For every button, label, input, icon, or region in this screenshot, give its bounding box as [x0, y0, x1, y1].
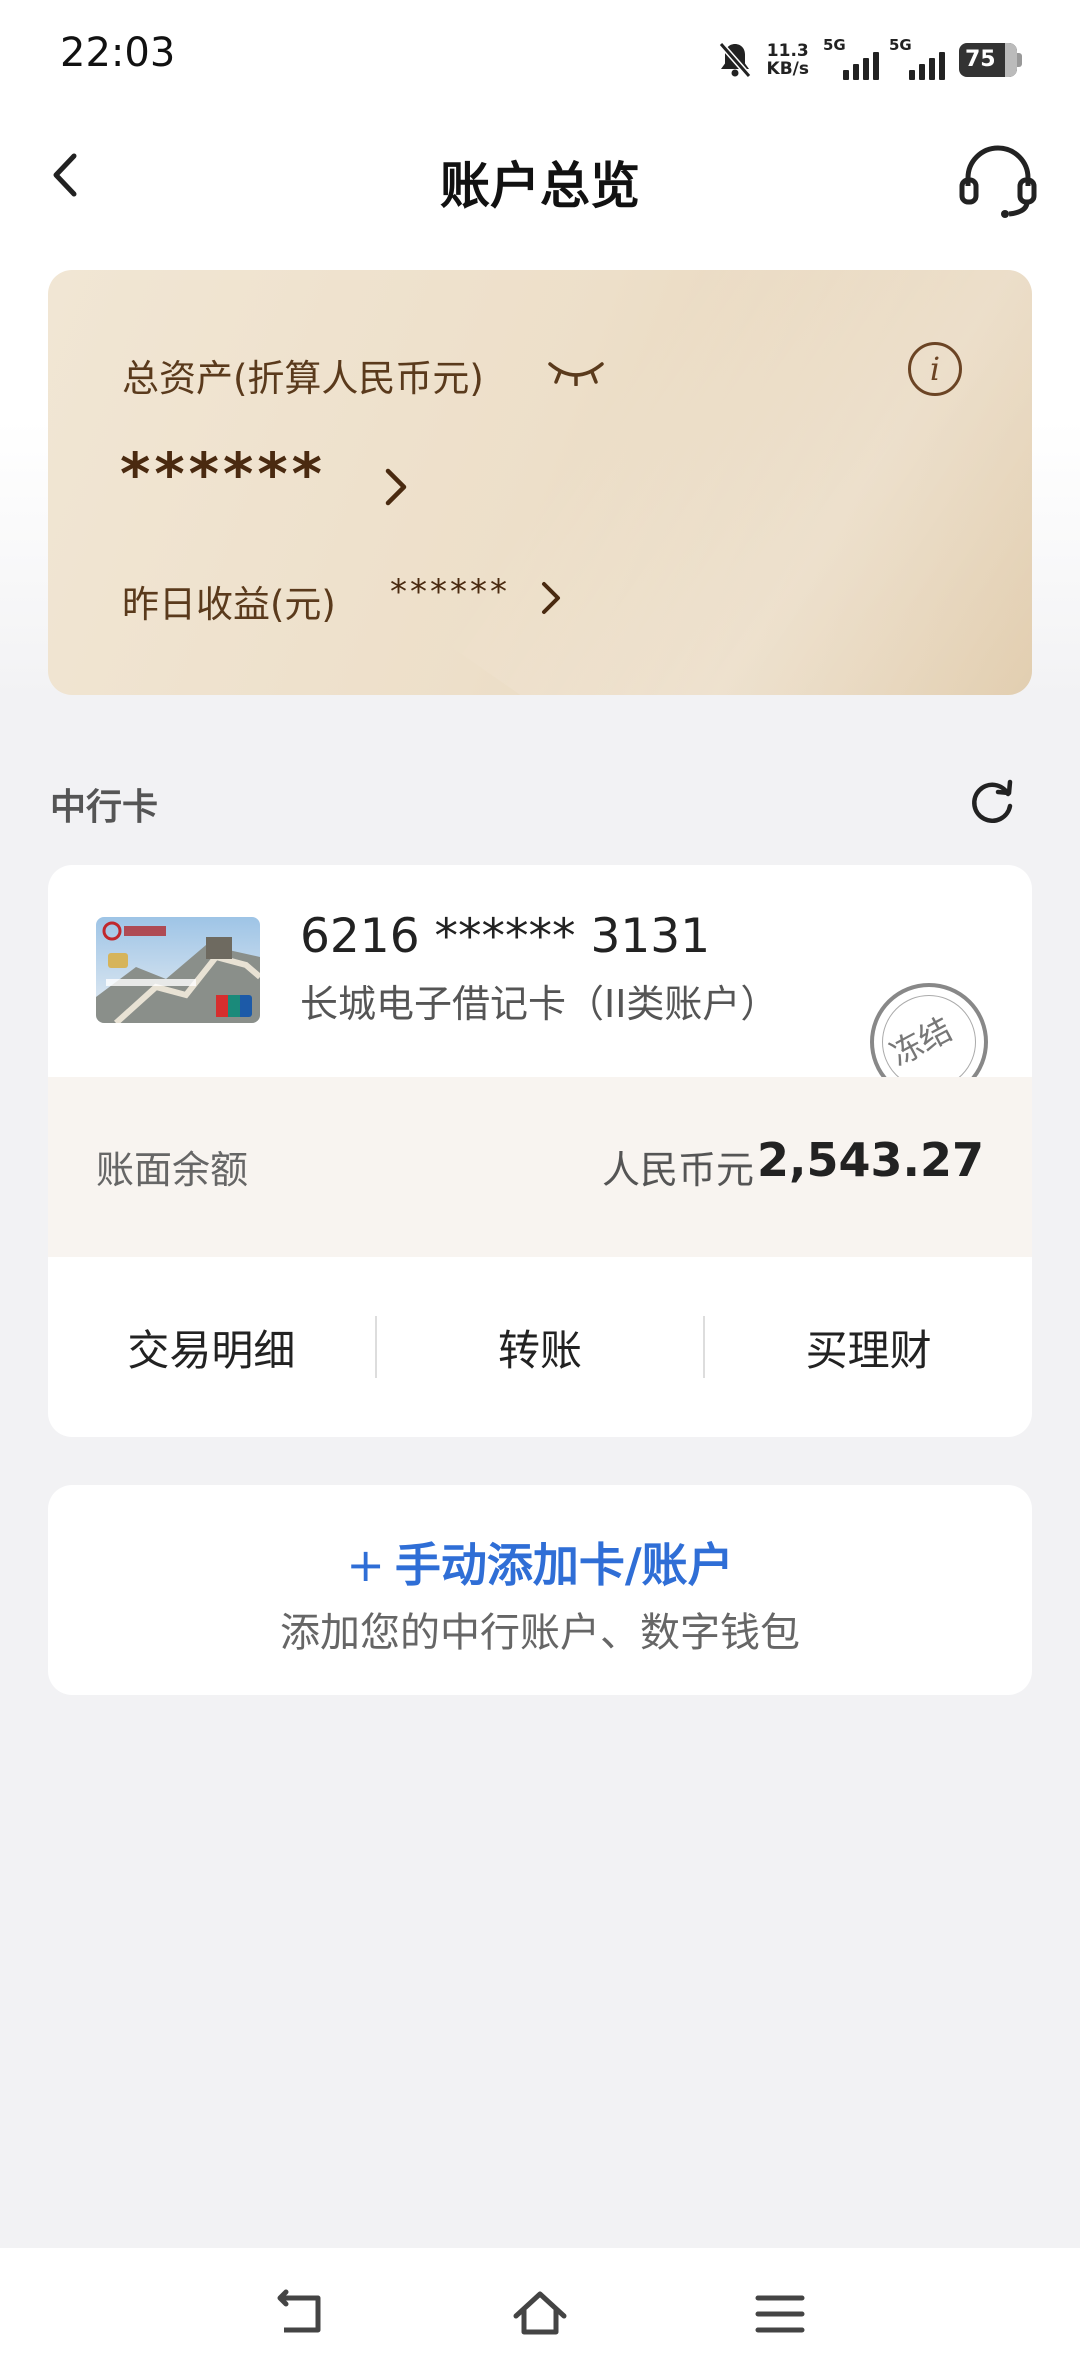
card-number: 6216 ****** 3131	[300, 909, 711, 964]
battery-icon: 75	[959, 43, 1022, 77]
card-actions: 交易明细 转账 买理财	[48, 1257, 1032, 1437]
refresh-icon[interactable]	[966, 776, 1018, 828]
customer-service-icon[interactable]	[958, 142, 1038, 218]
buy-wealth-products-button[interactable]: 买理财	[705, 1317, 1032, 1378]
status-icons: 11.3 KB/s 5G 5G 75	[717, 36, 1022, 84]
chevron-right-icon[interactable]	[380, 465, 410, 509]
menu-icon[interactable]	[752, 2288, 808, 2340]
add-card-button[interactable]: + 手动添加卡/账户 添加您的中行账户、数字钱包	[48, 1485, 1032, 1695]
balance-amount: 2,543.27	[757, 1133, 984, 1187]
plus-icon: +	[346, 1538, 385, 1592]
add-card-title-text: 手动添加卡/账户	[394, 1538, 734, 1592]
battery-level: 75	[965, 47, 996, 72]
system-nav-bar	[0, 2248, 1080, 2376]
network-speed: 11.3 KB/s	[767, 42, 809, 78]
info-icon[interactable]: i	[908, 342, 962, 396]
status-bar: 22:03 11.3 KB/s 5G 5G 75	[0, 0, 1080, 120]
signal-bars-icon	[909, 52, 945, 80]
add-card-title: + 手动添加卡/账户	[48, 1529, 1032, 1595]
signal-2: 5G	[889, 36, 945, 80]
speed-value: 11.3	[766, 41, 809, 61]
bell-muted-icon	[718, 42, 751, 78]
status-time: 22:03	[60, 30, 176, 76]
balance-row: 账面余额 人民币元 2,543.27	[48, 1077, 1032, 1257]
transaction-details-button[interactable]: 交易明细	[48, 1317, 375, 1378]
back-icon[interactable]	[272, 2288, 328, 2340]
speed-unit: KB/s	[766, 59, 809, 79]
total-assets-card: 总资产(折算人民币元) i ****** 昨日收益(元) ******	[48, 270, 1032, 695]
home-icon[interactable]	[512, 2288, 568, 2340]
section-title: 中行卡	[50, 787, 159, 828]
nav-bar: 账户总览	[0, 120, 1080, 230]
signal-group: 5G 5G	[823, 36, 945, 80]
balance-label: 账面余额	[96, 1148, 249, 1192]
bank-card[interactable]: 6216 ****** 3131 长城电子借记卡（II类账户） 冻结 账面余额 …	[48, 865, 1032, 1437]
yesterday-income-value[interactable]: ******	[390, 572, 510, 612]
total-assets-value[interactable]: ******	[120, 440, 326, 508]
debit-card-image	[96, 917, 260, 1023]
balance-currency: 人民币元	[601, 1148, 754, 1192]
signal-bars-icon	[843, 52, 879, 80]
chevron-right-icon[interactable]	[536, 578, 564, 618]
yesterday-income-label: 昨日收益(元)	[122, 583, 336, 626]
add-card-subtitle: 添加您的中行账户、数字钱包	[280, 1610, 800, 1656]
total-assets-label: 总资产(折算人民币元)	[122, 357, 484, 400]
transfer-button[interactable]: 转账	[377, 1317, 704, 1378]
signal-1: 5G	[823, 36, 879, 80]
eye-closed-icon[interactable]	[546, 356, 606, 386]
page-title: 账户总览	[440, 157, 640, 215]
card-type: 长城电子借记卡（II类账户）	[300, 982, 779, 1026]
